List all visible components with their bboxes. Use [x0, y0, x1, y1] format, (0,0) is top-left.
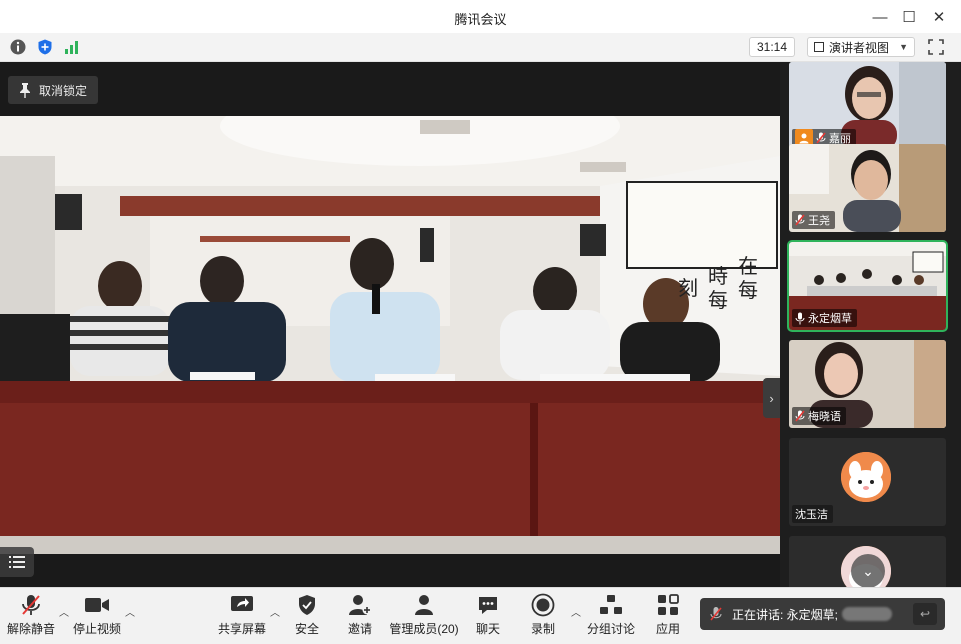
members-icon: [415, 595, 433, 615]
record-icon: [531, 593, 555, 617]
participant-tile-active-speaker[interactable]: 永定烟草: [787, 240, 948, 332]
chevron-up-icon[interactable]: ︿: [571, 604, 581, 619]
record-label: 录制: [530, 622, 555, 636]
shield-icon: [299, 595, 315, 615]
conference-room-video: [0, 116, 780, 554]
participant-name-tag: 梅晓语: [792, 407, 846, 425]
participant-tile[interactable]: 梅晓语: [789, 340, 946, 428]
meeting-toolbar: 31:14 演讲者视图 ▼: [0, 33, 961, 62]
info-icon[interactable]: [9, 38, 27, 56]
security-label: 安全: [294, 622, 319, 636]
participant-name: 沈玉洁: [795, 509, 828, 521]
stop-video-label: 停止视频: [72, 622, 121, 636]
participant-sidebar: 嘉丽 王尧 永定烟草 梅晓语 沈玉洁 ⌄: [780, 62, 961, 587]
unmute-label: 解除静音: [6, 622, 55, 636]
calligraphy-char: 每: [738, 278, 758, 302]
chevron-down-icon: ▼: [899, 42, 908, 52]
security-button[interactable]: 安全: [277, 592, 337, 637]
collapse-speaking-button[interactable]: ↩: [913, 603, 937, 625]
maximize-button[interactable]: ☐: [898, 6, 920, 28]
speaking-label: 正在讲话: 永定烟草;: [732, 607, 839, 622]
participant-name: 王尧: [808, 215, 830, 227]
share-screen-icon: [231, 596, 253, 611]
participant-tile[interactable]: 王尧: [789, 144, 946, 232]
calligraphy-char: 每: [708, 288, 728, 312]
calligraphy-scroll: 在 時 每 刻 每: [678, 242, 760, 342]
breakout-icon: [600, 595, 622, 614]
muted-mic-icon: [795, 214, 805, 225]
mic-icon: [795, 312, 805, 324]
view-mode-label: 演讲者视图: [829, 40, 890, 55]
breakout-label: 分组讨论: [586, 622, 635, 636]
chevron-right-icon: ›: [769, 390, 774, 406]
scroll-down-button[interactable]: ⌄: [851, 554, 885, 587]
invite-label: 邀请: [347, 622, 372, 636]
participant-name-tag: 沈玉洁: [792, 505, 833, 523]
participant-tile[interactable]: 嘉丽: [789, 62, 946, 150]
pin-icon: [20, 83, 30, 98]
camera-icon: [85, 598, 109, 612]
participant-name-tag: 永定烟草: [792, 309, 857, 327]
participant-name: 永定烟草: [808, 313, 852, 325]
view-mode-select[interactable]: 演讲者视图 ▼: [807, 37, 915, 57]
participant-name: 梅晓语: [808, 411, 841, 423]
blurred-names: [842, 607, 893, 621]
meeting-timer: 31:14: [749, 37, 795, 57]
muted-mic-icon: [795, 410, 805, 421]
shield-icon[interactable]: [36, 38, 54, 56]
invite-button[interactable]: 邀请: [330, 592, 390, 637]
unpin-button[interactable]: 取消锁定: [8, 76, 98, 104]
manage-members-button[interactable]: 管理成员(20): [389, 592, 459, 637]
chat-button[interactable]: 聊天: [458, 592, 518, 637]
muted-mic-icon: [816, 132, 826, 143]
main-video-stage: 取消锁定 在 時 每 刻 每 ›: [0, 62, 780, 587]
minimize-button[interactable]: —: [869, 6, 891, 28]
unpin-label: 取消锁定: [39, 83, 88, 98]
participant-name-tag: 王尧: [792, 211, 835, 229]
unmute-button[interactable]: 解除静音: [1, 592, 61, 637]
cartoon-avatar: [841, 452, 891, 502]
meeting-controls: 解除静音 ︿ 停止视频 ︿ 共享屏幕 ︿ 安全 邀请 管理成员(20) 聊天 录…: [0, 587, 961, 644]
add-user-icon: [349, 595, 372, 615]
chevron-up-icon[interactable]: ︿: [125, 604, 135, 619]
apps-grid-icon: [658, 594, 679, 615]
member-list-toggle[interactable]: [0, 547, 34, 577]
participant-tile[interactable]: 沈玉洁: [789, 438, 946, 526]
speaking-indicator: 正在讲话: 永定烟草; ↩: [700, 598, 945, 630]
apps-button[interactable]: 应用: [638, 592, 698, 637]
apps-label: 应用: [655, 622, 680, 636]
close-button[interactable]: ✕: [928, 6, 950, 28]
share-screen-label: 共享屏幕: [217, 622, 266, 636]
fullscreen-icon[interactable]: [927, 38, 945, 56]
chat-icon: [479, 597, 497, 614]
collapse-sidebar-button[interactable]: ›: [763, 378, 780, 418]
share-screen-button[interactable]: 共享屏幕: [212, 592, 272, 637]
stop-video-button[interactable]: 停止视频: [67, 592, 127, 637]
manage-members-label: 管理成员(20): [389, 622, 459, 636]
chevron-down-icon: ⌄: [862, 562, 874, 579]
app-title: 腾讯会议: [454, 12, 507, 27]
speaker-view-icon: [814, 42, 824, 52]
title-bar: 腾讯会议 — ☐ ✕: [0, 0, 961, 33]
participant-tile[interactable]: ⌄: [789, 536, 946, 587]
muted-mic-icon: [22, 595, 40, 615]
chat-label: 聊天: [475, 622, 500, 636]
breakout-rooms-button[interactable]: 分组讨论: [581, 592, 641, 637]
record-button[interactable]: 录制: [513, 592, 573, 637]
signal-icon[interactable]: [63, 38, 81, 56]
calligraphy-char: 刻: [678, 276, 698, 300]
muted-mic-icon: [710, 607, 722, 621]
list-icon: [9, 556, 25, 568]
